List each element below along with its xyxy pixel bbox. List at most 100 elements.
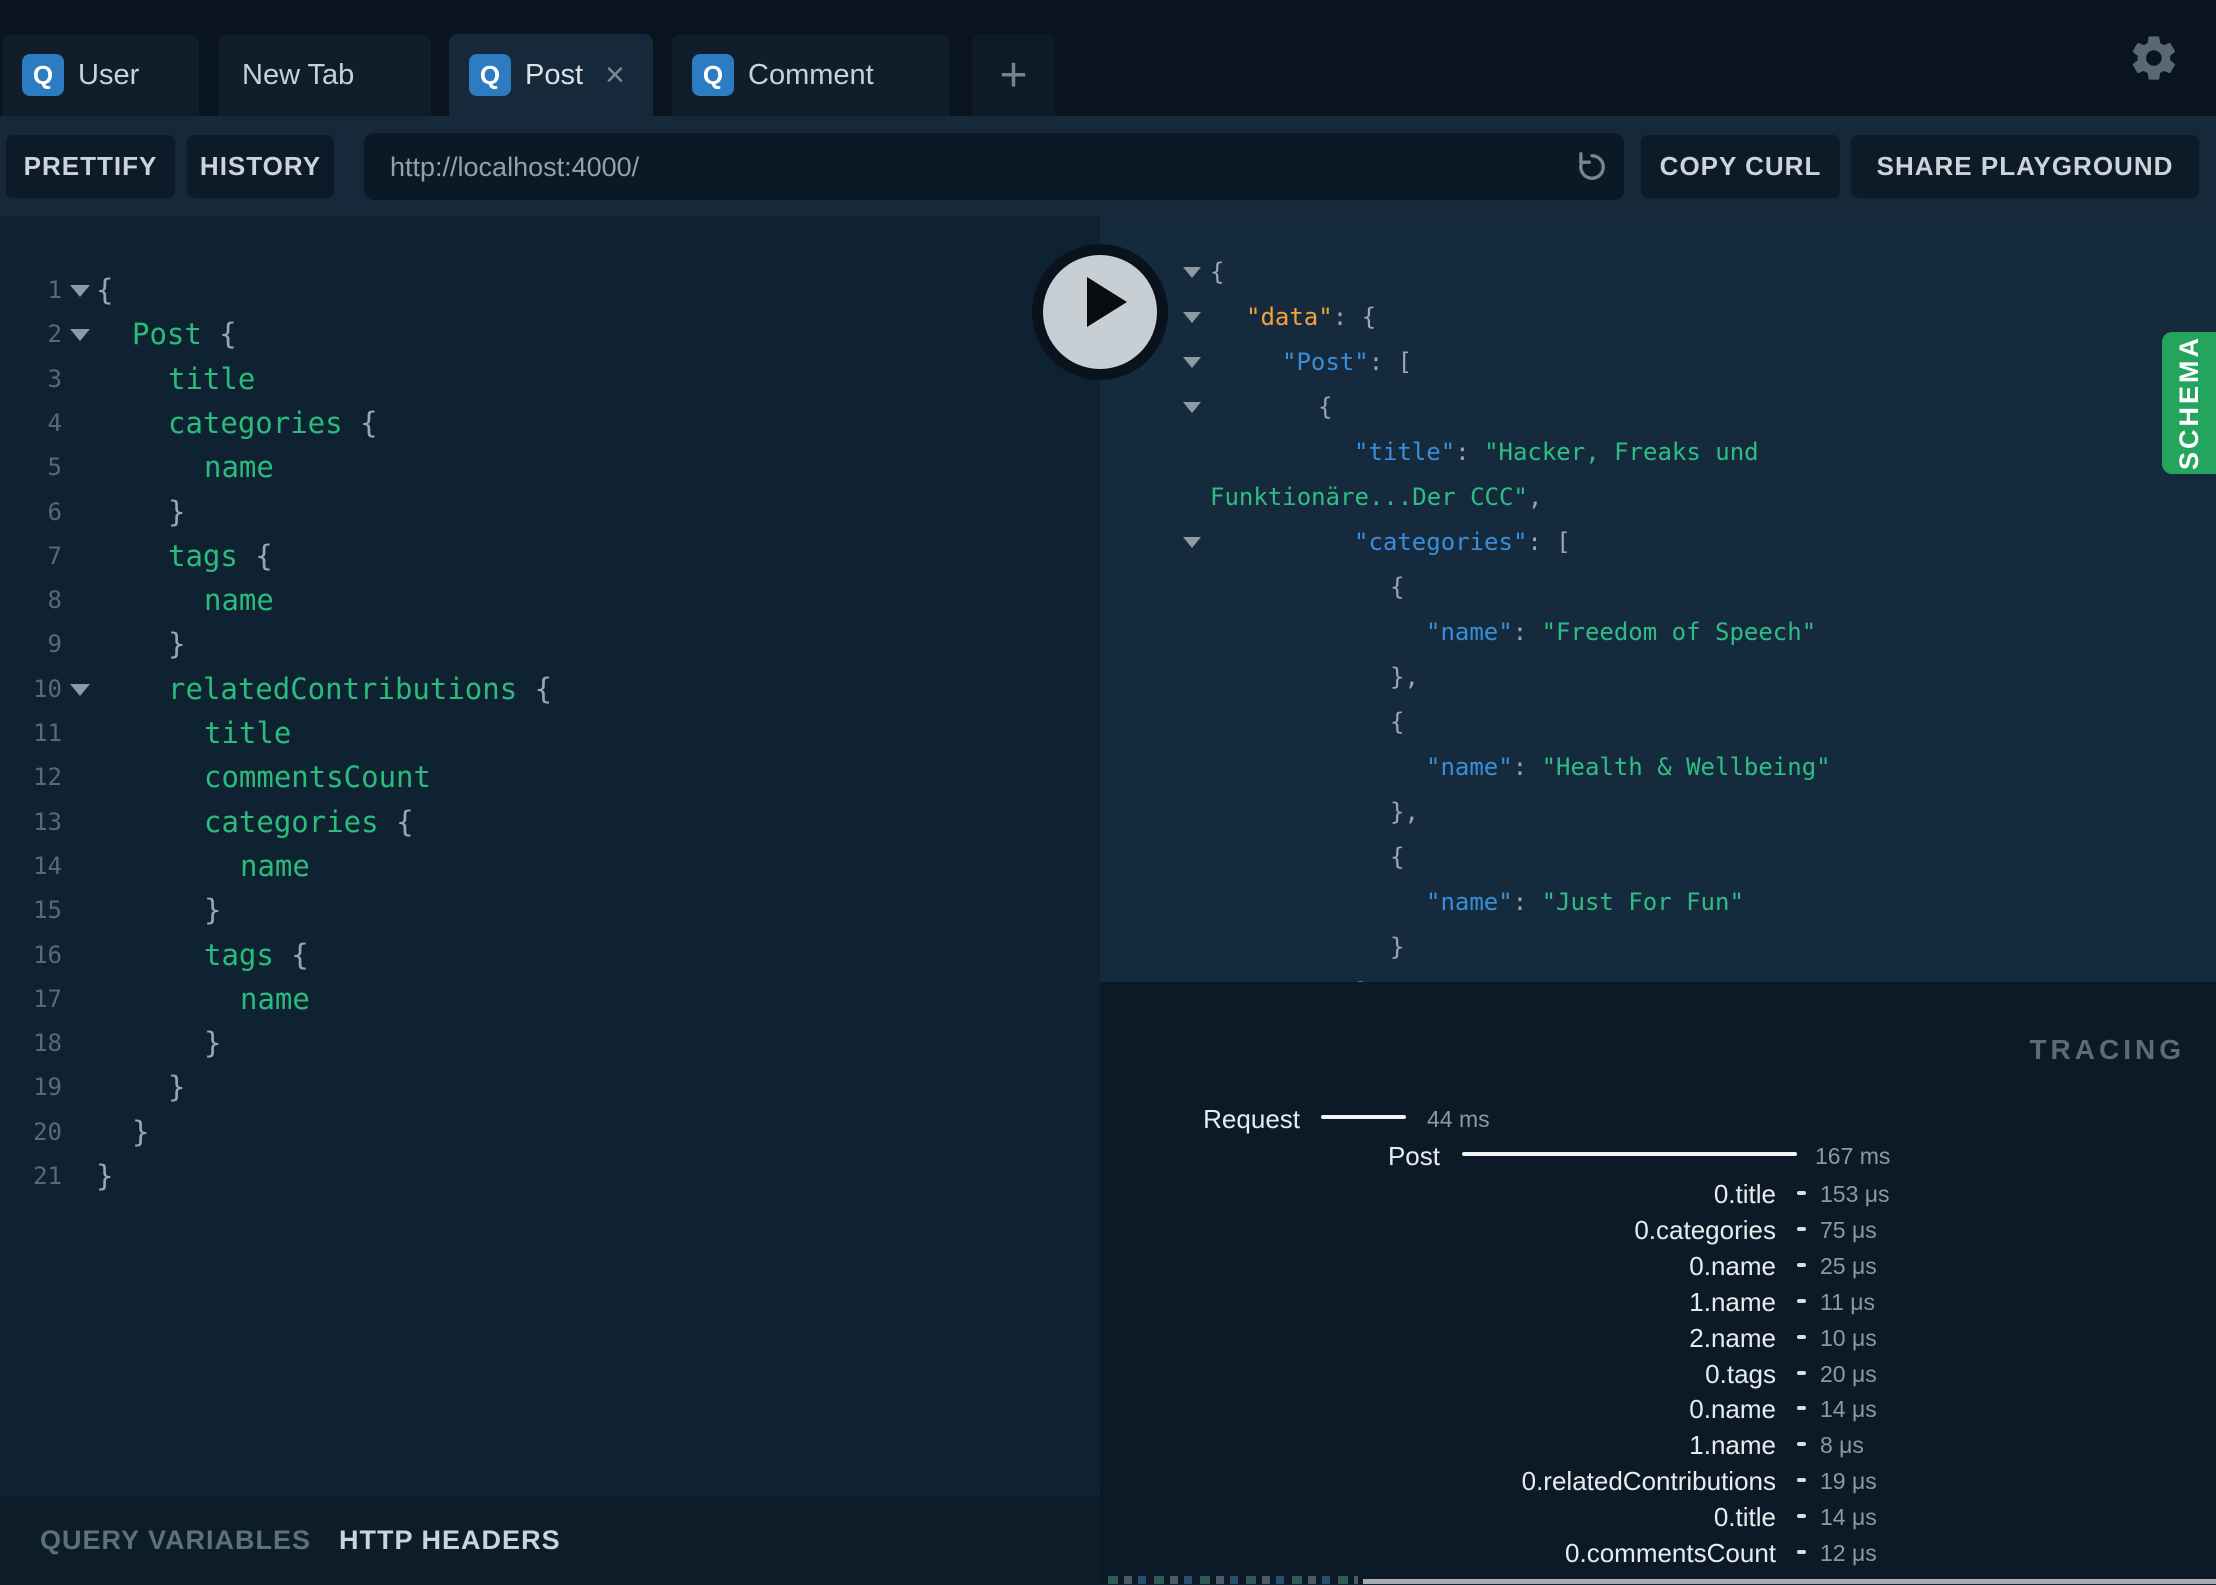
line-number: 7 <box>47 541 62 570</box>
query-type-badge: Q <box>22 54 64 96</box>
trace-duration-dash <box>1797 1442 1806 1447</box>
query-code-line: } <box>168 494 186 529</box>
collapse-arrow-icon[interactable] <box>1183 537 1201 548</box>
close-tab-icon[interactable]: × <box>605 58 625 92</box>
trace-row-time: 25 μs <box>1820 1252 1877 1279</box>
trace-row-time: 14 μs <box>1820 1396 1877 1423</box>
query-code-line: title <box>168 361 256 396</box>
new-tab-button[interactable]: + <box>972 34 1055 116</box>
tab-new-tab[interactable]: New Tab <box>218 34 431 116</box>
tab-user[interactable]: Q User <box>2 34 199 116</box>
collapse-arrow-icon[interactable] <box>1183 312 1201 323</box>
query-code-line: categories { <box>204 804 414 839</box>
trace-row-time: 14 μs <box>1820 1504 1877 1531</box>
trace-row-time: 11 μs <box>1820 1288 1876 1315</box>
response-json-line: "Post": [ <box>1282 348 1413 376</box>
fold-arrow-icon[interactable] <box>70 329 90 342</box>
response-json-line: { <box>1390 708 1405 736</box>
line-number: 16 <box>33 940 62 969</box>
tab-comment[interactable]: Q Comment <box>672 34 950 116</box>
tab-post[interactable]: Q Post × <box>449 34 653 116</box>
query-code-line: } <box>168 627 186 662</box>
trace-duration-dash <box>1797 1191 1806 1195</box>
tab-label: Post <box>525 58 584 91</box>
bottom-panel-bar: QUERY VARIABLES HTTP HEADERS <box>0 1495 1100 1585</box>
top-tab-bar: Q User New Tab Q Post × Q Comment + <box>0 0 2216 116</box>
response-json-line: "name": "Just For Fun" <box>1426 888 1744 916</box>
response-json-line: } <box>1390 933 1405 961</box>
line-number: 11 <box>33 719 62 747</box>
query-type-badge: Q <box>469 54 511 96</box>
trace-row-label: Post <box>1387 1141 1440 1171</box>
response-json-line: "name": "Health & Wellbeing" <box>1426 753 1831 781</box>
query-code-line: } <box>204 893 222 928</box>
trace-row-label: 0.title <box>1713 1179 1776 1209</box>
trace-row-label: 0.relatedContributions <box>1521 1466 1776 1497</box>
line-number: 13 <box>33 807 62 836</box>
schema-tab-label: SCHEMA <box>2173 335 2204 471</box>
query-code-line: Post { <box>132 317 237 352</box>
line-number: 21 <box>33 1162 62 1190</box>
line-number: 5 <box>47 453 62 482</box>
query-code-line: categories { <box>168 405 378 440</box>
collapse-arrow-icon[interactable] <box>1183 402 1201 413</box>
trace-duration-dash <box>1797 1298 1806 1303</box>
trace-row-label: 2.name <box>1689 1322 1776 1353</box>
trace-row-time: 10 μs <box>1820 1324 1877 1351</box>
line-number: 8 <box>47 586 62 615</box>
trace-duration-dash <box>1797 1514 1806 1519</box>
share-playground-button[interactable]: SHARE PLAYGROUND <box>1851 135 2199 198</box>
response-json-line: }, <box>1390 798 1419 826</box>
line-number: 1 <box>47 276 62 304</box>
tracing-panel: TRACING Request 44 ms Post 167 ms 0.title 153… <box>1100 982 2216 1584</box>
response-json-line: }, <box>1390 663 1419 691</box>
trace-row-time: 167 ms <box>1815 1143 1891 1169</box>
response-json-line: { <box>1318 393 1333 421</box>
response-json-line: { <box>1390 843 1405 871</box>
settings-gear-icon[interactable] <box>2128 32 2180 84</box>
trace-duration-bar <box>1321 1115 1406 1119</box>
query-code-line: } <box>96 1159 114 1193</box>
query-code-line: { <box>96 273 114 307</box>
trace-row-time: 12 μs <box>1820 1540 1877 1566</box>
query-code-line: } <box>168 1070 186 1105</box>
endpoint-url-input[interactable] <box>388 133 1542 202</box>
query-code-line: commentsCount <box>204 760 431 795</box>
http-headers-tab[interactable]: HTTP HEADERS <box>339 1525 561 1556</box>
query-code-line: } <box>132 1114 150 1149</box>
schema-side-tab[interactable]: SCHEMA <box>2162 332 2216 474</box>
query-code-line: title <box>204 716 292 750</box>
tab-label: User <box>78 58 140 91</box>
prettify-button[interactable]: PRETTIFY <box>6 135 175 198</box>
trace-row-time: 153 μs <box>1820 1181 1890 1207</box>
line-number: 19 <box>33 1073 62 1102</box>
trace-row-label: 0.name <box>1689 1394 1776 1425</box>
query-code-line: name <box>240 848 310 883</box>
trace-row-label: 0.categories <box>1634 1214 1776 1245</box>
history-button[interactable]: HISTORY <box>187 135 334 198</box>
execute-query-button[interactable] <box>1032 244 1168 380</box>
line-number: 10 <box>33 674 62 703</box>
collapse-arrow-icon[interactable] <box>1183 267 1201 278</box>
tab-label: Comment <box>748 58 874 91</box>
line-number: 18 <box>33 1029 62 1058</box>
copy-curl-button[interactable]: COPY CURL <box>1641 135 1840 198</box>
line-number: 14 <box>33 851 62 880</box>
fold-arrow-icon[interactable] <box>70 285 90 297</box>
trace-row-time: 8 μs <box>1820 1432 1864 1459</box>
collapse-arrow-icon[interactable] <box>1183 357 1201 368</box>
query-editor[interactable]: 1 {2 Post {3 title 4 categories {5 name 6} 7 tags… <box>0 216 1100 1495</box>
response-pane: {"data": {"Post": [{"title": "Hacker, Fr… <box>1100 216 2216 982</box>
horizontal-scrollbar[interactable] <box>1363 1579 2216 1584</box>
trace-row-time: 19 μs <box>1820 1468 1877 1495</box>
reload-endpoint-icon[interactable] <box>1574 149 1610 185</box>
query-variables-tab[interactable]: QUERY VARIABLES <box>40 1525 311 1556</box>
line-number: 12 <box>33 763 62 792</box>
trace-row-label: 0.commentsCount <box>1565 1538 1776 1568</box>
query-type-badge: Q <box>692 54 734 96</box>
response-json-line: { <box>1390 573 1405 601</box>
trace-row-label: 1.name <box>1689 1286 1776 1317</box>
fold-arrow-icon[interactable] <box>70 683 90 696</box>
trace-row-time: 20 μs <box>1820 1360 1877 1387</box>
line-number: 3 <box>47 364 62 393</box>
